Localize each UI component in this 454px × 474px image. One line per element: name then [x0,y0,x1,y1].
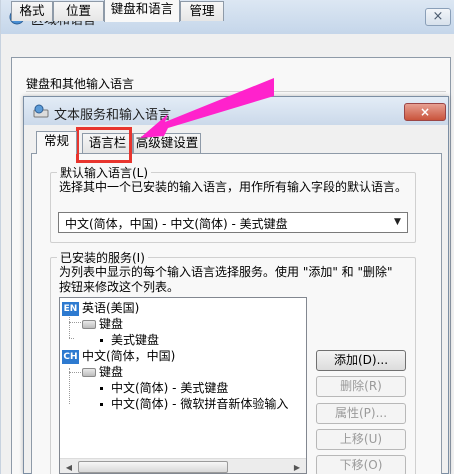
ch-language-icon: CH [62,349,79,364]
scrollbar-thumb[interactable] [78,461,228,473]
move-down-button[interactable]: 下移(O) [316,455,406,474]
tree-item-keyboard[interactable]: 键盘 [82,316,123,332]
keyboard-icon [82,368,96,377]
tree-item-microsoft-pinyin[interactable]: 中文(简体) - 微软拼音新体验输入 [100,396,288,412]
tree-item-english[interactable]: EN 英语(美国) [62,300,139,316]
en-language-icon: EN [62,301,79,316]
tab-administrative[interactable]: 管理 [180,1,224,21]
tree-connector [69,372,81,373]
keyboard-icon [82,320,96,329]
bullet-icon [100,339,103,342]
tree-item-label: 中文(简体) - 美式键盘 [111,381,229,395]
bullet-icon [100,387,103,390]
dialog-title-bar: 文本服务和输入语言 × [24,97,448,125]
tree-connector [69,322,81,323]
tree-item-label: 键盘 [99,317,124,331]
tree-item-chinese[interactable]: CH 中文(简体，中国) [62,348,175,364]
keyboard-globe-icon [33,104,49,118]
remove-button[interactable]: 删除(R) [316,376,406,397]
properties-button[interactable]: 属性(P)... [316,403,406,424]
tab-format[interactable]: 格式 [11,1,53,21]
dialog-close-button[interactable]: × [404,103,446,121]
scroll-left-icon[interactable]: ◀ [61,460,77,473]
default-language-description: 选择其中一个已安装的输入语言，用作所有输入字段的默认语言。 [59,180,408,194]
tab-location[interactable]: 位置 [53,1,104,21]
installed-services-description-1: 为列表中显示的每个输入语言选择服务。使用 "添加" 和 "删除" [59,265,393,279]
installed-services-description-2: 按钮来修改这个列表。 [59,280,180,294]
tree-item-keyboard[interactable]: 键盘 [82,364,123,380]
keyboards-group-label: 键盘和其他输入语言 [26,77,135,91]
bullet-icon [100,403,103,406]
dialog-title: 文本服务和输入语言 [54,108,172,123]
tree-connector [69,368,70,404]
tree-item-label: 键盘 [99,365,124,379]
installed-services-tree[interactable]: EN 英语(美国) 键盘 美式键盘 CH 中文(简体，中国) 键盘 中文(简体) -… [59,297,307,474]
tree-item-label: 美式键盘 [111,333,160,347]
move-up-button[interactable]: 上移(U) [316,429,406,450]
tree-item-label: 英语(美国) [82,301,140,315]
annotation-highlight-box [76,127,132,163]
add-button[interactable]: 添加(D)... [316,350,406,371]
default-language-title: 默认输入语言(L) [57,164,152,181]
tree-item-label: 中文(简体) - 微软拼音新体验输入 [111,397,289,411]
tab-keyboards-languages[interactable]: 键盘和语言 [104,0,180,22]
default-language-value: 中文(简体，中国) - 中文(简体) - 美式键盘 [65,217,288,231]
tree-connector [69,315,70,338]
tab-advanced-key-settings[interactable]: 高级键设置 [133,133,201,153]
tree-connector [69,338,74,339]
tab-general[interactable]: 常规 [36,131,77,154]
group-divider [26,91,446,92]
dropdown-arrow-icon[interactable]: ▼ [390,215,405,230]
tree-item-chinese-us-keyboard[interactable]: 中文(简体) - 美式键盘 [100,380,228,396]
installed-services-title: 已安装的服务(I) [57,249,148,266]
tree-item-label: 中文(简体，中国) [82,349,176,363]
scroll-right-icon[interactable]: ▶ [289,460,305,473]
tree-item-us-keyboard[interactable]: 美式键盘 [100,332,159,348]
default-language-dropdown[interactable]: 中文(简体，中国) - 中文(简体) - 美式键盘 ▼ [58,212,408,233]
outer-close-button[interactable]: × [425,8,451,26]
horizontal-scrollbar[interactable]: ◀ ▶ [60,458,306,473]
